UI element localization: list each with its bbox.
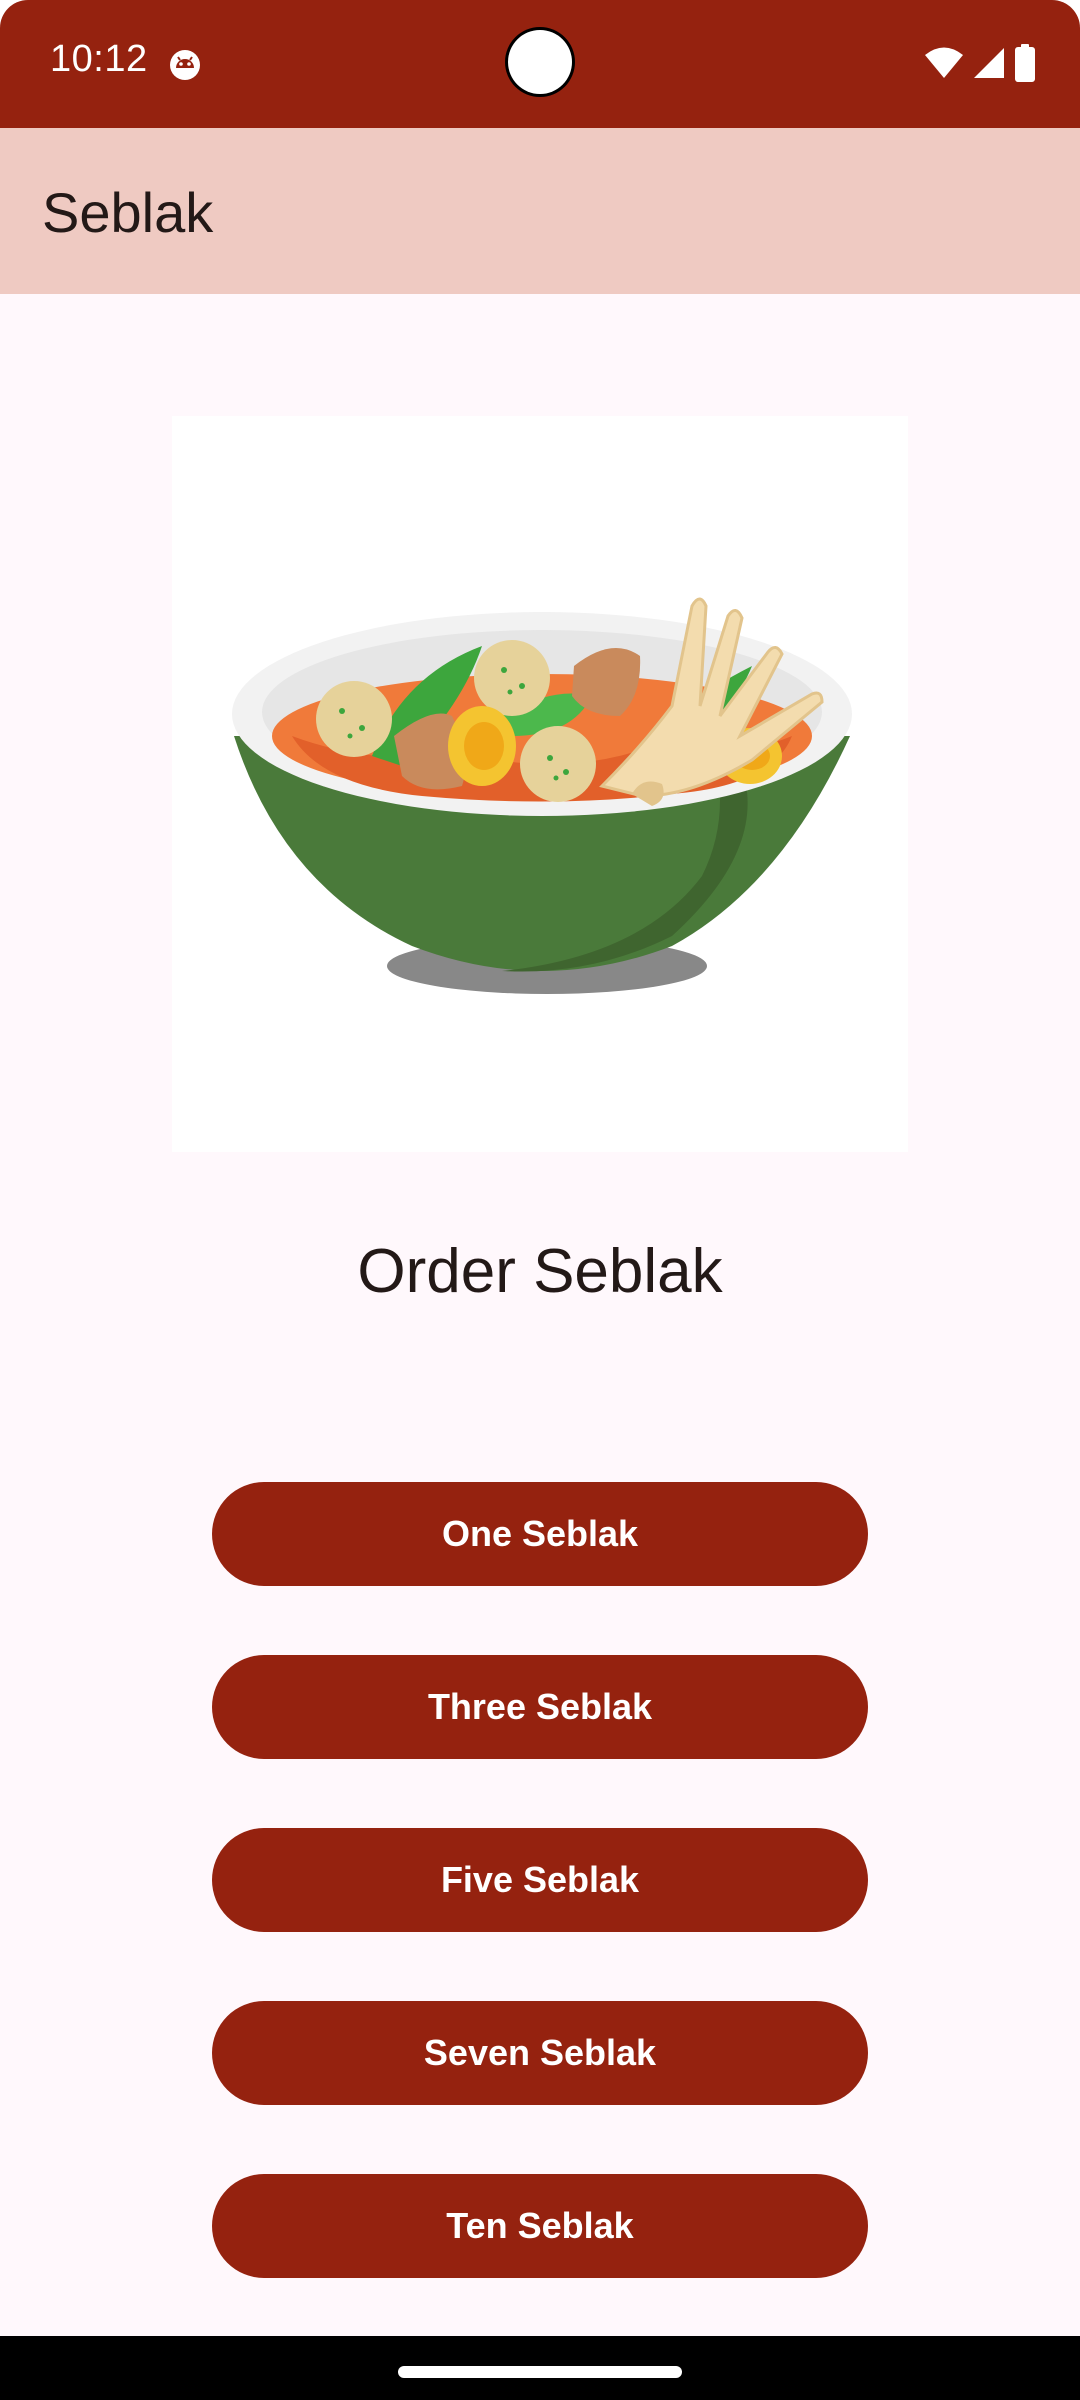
navigation-bar xyxy=(0,2336,1080,2400)
one-seblak-button[interactable]: One Seblak xyxy=(212,1482,868,1586)
wifi-icon xyxy=(924,46,964,85)
camera-cutout xyxy=(508,30,572,94)
battery-icon xyxy=(1014,44,1036,87)
signal-icon xyxy=(972,46,1006,85)
three-seblak-button[interactable]: Three Seblak xyxy=(212,1655,868,1759)
status-time: 10:12 xyxy=(50,38,148,80)
main-content: Order Seblak One Seblak Three Seblak Fiv… xyxy=(0,294,1080,2336)
seven-seblak-button[interactable]: Seven Seblak xyxy=(212,2001,868,2105)
home-gesture-handle[interactable] xyxy=(398,2366,682,2378)
top-app-bar: Seblak xyxy=(0,128,1080,294)
seblak-bowl-image xyxy=(172,416,908,1152)
ten-seblak-button[interactable]: Ten Seblak xyxy=(212,2174,868,2278)
order-title: Order Seblak xyxy=(357,1237,723,1306)
status-icons xyxy=(924,44,1036,87)
android-face-icon xyxy=(168,48,202,82)
five-seblak-button[interactable]: Five Seblak xyxy=(212,1828,868,1932)
status-bar: 10:12 xyxy=(0,0,1080,128)
app-title: Seblak xyxy=(42,181,214,244)
